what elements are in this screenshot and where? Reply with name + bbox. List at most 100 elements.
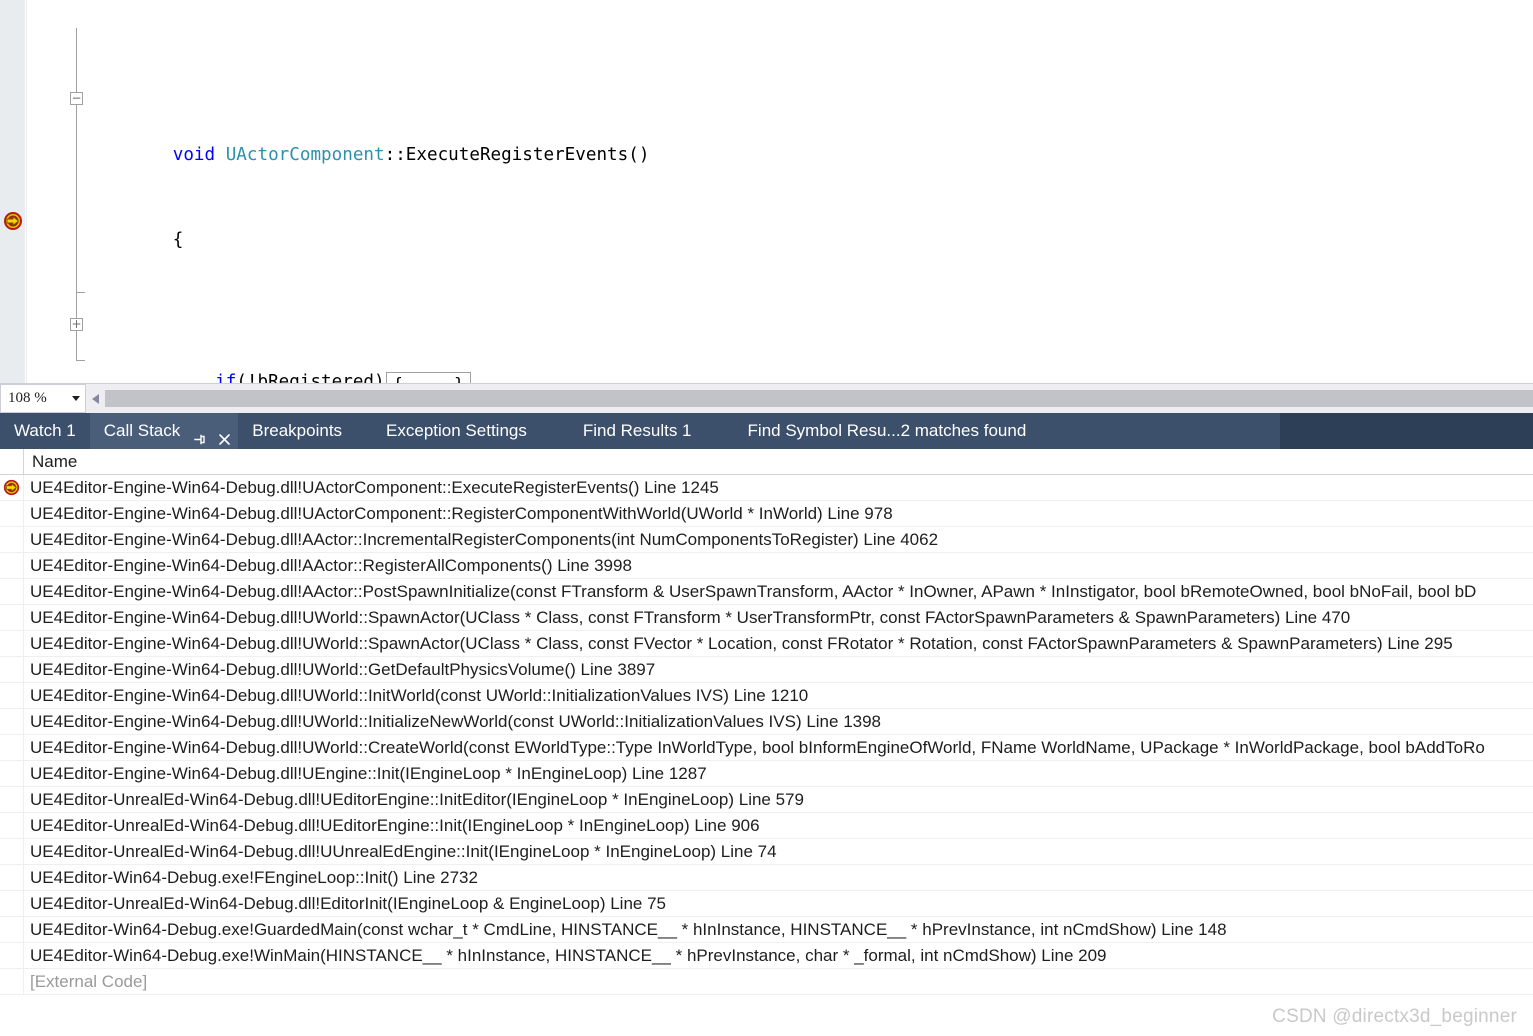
call-stack-frame-label: UE4Editor-Win64-Debug.exe!GuardedMain(co… (30, 919, 1227, 939)
call-stack-row[interactable]: UE4Editor-Engine-Win64-Debug.dll!UWorld:… (0, 631, 1533, 657)
tab-label: Exception Settings (386, 421, 527, 440)
scroll-left-button[interactable] (86, 389, 105, 408)
tab-watch-1[interactable]: Watch 1 (0, 413, 90, 449)
tab-breakpoints[interactable]: Breakpoints (238, 413, 356, 449)
code-token: if (215, 371, 237, 383)
call-stack-row[interactable]: UE4Editor-Engine-Win64-Debug.dll!AActor:… (0, 553, 1533, 579)
call-stack-frame-label: UE4Editor-Engine-Win64-Debug.dll!UWorld:… (30, 737, 1485, 757)
tab-call-stack[interactable]: Call Stack (89, 413, 239, 449)
watermark: CSDN @directx3d_beginner (1272, 1006, 1517, 1027)
scrollbar-thumb[interactable] (105, 390, 1533, 407)
call-stack-row[interactable]: UE4Editor-Engine-Win64-Debug.dll!UWorld:… (0, 683, 1533, 709)
tab-exception-settings[interactable]: Exception Settings (356, 413, 541, 449)
call-stack-frame-label: UE4Editor-Engine-Win64-Debug.dll!AActor:… (30, 555, 632, 575)
tabstrip-empty-area (1280, 413, 1533, 449)
call-stack-row-gutter (0, 969, 24, 994)
tab-label: Breakpoints (252, 421, 343, 440)
call-stack-frame-label: [External Code] (30, 971, 148, 991)
call-stack-row[interactable]: UE4Editor-Engine-Win64-Debug.dll!UWorld:… (0, 709, 1533, 735)
code-line[interactable]: + if(!bRegistered){ ... } (0, 311, 1533, 383)
call-stack-row[interactable]: UE4Editor-Win64-Debug.exe!WinMain(HINSTA… (0, 943, 1533, 969)
call-stack-frame-label: UE4Editor-Engine-Win64-Debug.dll!UWorld:… (30, 607, 1351, 627)
tab-label: Find Results 1 (582, 421, 692, 440)
zoom-level-value: 108 % (8, 390, 47, 406)
pin-icon[interactable] (192, 424, 207, 444)
call-stack-row[interactable]: UE4Editor-Win64-Debug.exe!GuardedMain(co… (0, 917, 1533, 943)
call-stack-row-gutter (0, 527, 24, 552)
call-stack-row[interactable]: UE4Editor-UnrealEd-Win64-Debug.dll!UUnre… (0, 839, 1533, 865)
call-stack-frame-label: UE4Editor-Engine-Win64-Debug.dll!UWorld:… (30, 659, 656, 679)
tab-find-results-1[interactable]: Find Results 1 (541, 413, 706, 449)
call-stack-frame-label: UE4Editor-Engine-Win64-Debug.dll!AActor:… (30, 581, 1477, 601)
call-stack-row-gutter (0, 943, 24, 968)
call-stack-frame-label: UE4Editor-Engine-Win64-Debug.dll!UWorld:… (30, 685, 809, 705)
collapsed-region-block[interactable]: { ... } (385, 371, 472, 383)
call-stack-row[interactable]: UE4Editor-Engine-Win64-Debug.dll!UActorC… (0, 501, 1533, 527)
call-stack-row[interactable]: UE4Editor-Engine-Win64-Debug.dll!UWorld:… (0, 735, 1533, 761)
call-stack-frame-label: UE4Editor-UnrealEd-Win64-Debug.dll!UUnre… (30, 841, 777, 861)
editor-status-bar: 108 % (0, 383, 1533, 413)
call-stack-row-gutter (0, 787, 24, 812)
call-stack-frame-label: UE4Editor-Engine-Win64-Debug.dll!UWorld:… (30, 711, 882, 731)
call-stack-rows: UE4Editor-Engine-Win64-Debug.dll!UActorC… (0, 475, 1533, 995)
call-stack-row-gutter (0, 553, 24, 578)
call-stack-row[interactable]: UE4Editor-Engine-Win64-Debug.dll!AActor:… (0, 527, 1533, 553)
call-stack-row[interactable]: UE4Editor-Engine-Win64-Debug.dll!UWorld:… (0, 605, 1533, 631)
call-stack-frame-label: UE4Editor-UnrealEd-Win64-Debug.dll!UEdit… (30, 815, 760, 835)
call-stack-row-gutter (0, 735, 24, 760)
chevron-left-icon (92, 393, 99, 404)
call-stack-frame-label: UE4Editor-UnrealEd-Win64-Debug.dll!Edito… (30, 893, 666, 913)
call-stack-row-gutter (0, 657, 24, 682)
tab-label: Watch 1 (14, 421, 76, 440)
call-stack-row-gutter (0, 631, 24, 656)
debug-tool-window-tabstrip[interactable]: Watch 1 Call Stack Breakpoints Exception… (0, 413, 1533, 449)
code-token: UActorComponent (225, 145, 385, 166)
call-stack-row[interactable]: [External Code] (0, 969, 1533, 995)
tab-label: Call Stack (103, 421, 181, 440)
call-stack-row[interactable]: UE4Editor-Win64-Debug.exe!FEngineLoop::I… (0, 865, 1533, 891)
current-frame-arrow-icon[interactable] (0, 475, 24, 500)
call-stack-row[interactable]: UE4Editor-Engine-Win64-Debug.dll!UWorld:… (0, 657, 1533, 683)
chevron-down-icon[interactable] (72, 396, 80, 401)
call-stack-row[interactable]: UE4Editor-UnrealEd-Win64-Debug.dll!Edito… (0, 891, 1533, 917)
call-stack-frame-label: UE4Editor-Engine-Win64-Debug.dll!UActorC… (30, 503, 893, 523)
call-stack-frame-label: UE4Editor-Engine-Win64-Debug.dll!UWorld:… (30, 633, 1453, 653)
column-header-name[interactable]: Name (24, 452, 77, 472)
call-stack-row-gutter (0, 605, 24, 630)
call-stack-frame-label: UE4Editor-Engine-Win64-Debug.dll!UEngine… (30, 763, 707, 783)
call-stack-row-gutter (0, 917, 24, 942)
tab-find-symbol-results[interactable]: Find Symbol Resu...2 matches found (706, 413, 1041, 449)
code-line[interactable]: { (0, 198, 1533, 250)
call-stack-row[interactable]: UE4Editor-UnrealEd-Win64-Debug.dll!UEdit… (0, 813, 1533, 839)
call-stack-frame-label: UE4Editor-Engine-Win64-Debug.dll!AActor:… (30, 529, 939, 549)
code-text[interactable]: − void UActorComponent::ExecuteRegisterE… (0, 0, 1533, 383)
outline-expand-icon[interactable]: + (70, 318, 83, 332)
call-stack-frame-label: UE4Editor-Win64-Debug.exe!FEngineLoop::I… (30, 867, 478, 887)
call-stack-row[interactable]: UE4Editor-Engine-Win64-Debug.dll!UEngine… (0, 761, 1533, 787)
code-token: (!bRegistered) (236, 371, 385, 383)
call-stack-row-gutter (0, 709, 24, 734)
code-token: void (172, 145, 226, 166)
code-line[interactable]: − void UActorComponent::ExecuteRegisterE… (0, 85, 1533, 165)
outline-collapse-icon[interactable]: − (70, 91, 83, 105)
tab-label: Find Symbol Resu...2 matches found (747, 421, 1027, 440)
call-stack-row[interactable]: UE4Editor-UnrealEd-Win64-Debug.dll!UEdit… (0, 787, 1533, 813)
editor-horizontal-scrollbar[interactable] (86, 384, 1533, 413)
call-stack-gutter-header (0, 448, 24, 475)
code-editor[interactable]: − void UActorComponent::ExecuteRegisterE… (0, 0, 1533, 383)
call-stack-header-row: Name (0, 448, 1533, 475)
call-stack-row-gutter (0, 813, 24, 838)
code-token: { (172, 230, 184, 251)
call-stack-row[interactable]: UE4Editor-Engine-Win64-Debug.dll!UActorC… (0, 475, 1533, 501)
call-stack-panel[interactable]: Name UE4Editor-Engine-Win64-Debug.dll!UA… (0, 448, 1533, 1036)
zoom-level-dropdown[interactable]: 108 % (0, 384, 86, 413)
call-stack-row-gutter (0, 683, 24, 708)
call-stack-row-gutter (0, 891, 24, 916)
call-stack-frame-label: UE4Editor-Engine-Win64-Debug.dll!UActorC… (30, 477, 719, 497)
close-icon[interactable] (217, 424, 232, 445)
call-stack-row-gutter (0, 579, 24, 604)
tab-actions (192, 424, 232, 445)
call-stack-row[interactable]: UE4Editor-Engine-Win64-Debug.dll!AActor:… (0, 579, 1533, 605)
call-stack-row-gutter (0, 865, 24, 890)
